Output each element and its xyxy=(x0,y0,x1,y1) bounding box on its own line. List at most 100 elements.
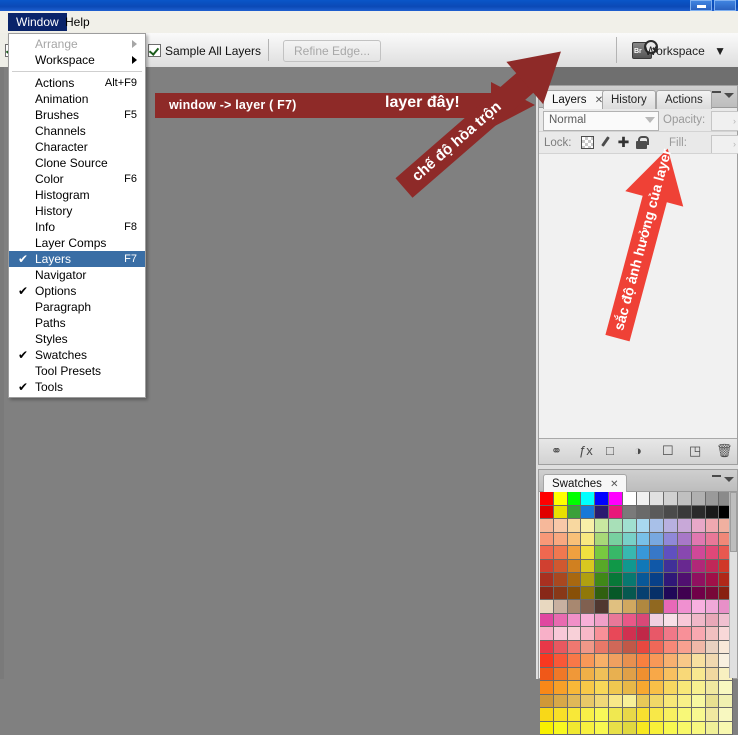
swatch-30[interactable] xyxy=(568,519,582,533)
swatch-8[interactable] xyxy=(650,492,664,506)
swatch-38[interactable] xyxy=(678,519,692,533)
swatch-175[interactable] xyxy=(637,654,651,668)
tab-history[interactable]: History xyxy=(602,90,656,109)
minimize-icon[interactable] xyxy=(712,91,721,93)
swatch-248[interactable] xyxy=(678,722,692,735)
image-lock-icon[interactable] xyxy=(599,136,612,149)
swatch-1[interactable] xyxy=(554,492,568,506)
swatch-239[interactable] xyxy=(554,722,568,735)
swatch-147[interactable] xyxy=(637,627,651,641)
sample-all-layers-checkbox[interactable] xyxy=(148,44,161,57)
swatch-52[interactable] xyxy=(678,533,692,547)
swatch-204[interactable] xyxy=(650,681,664,695)
swatch-15[interactable] xyxy=(554,506,568,520)
swatch-66[interactable] xyxy=(678,546,692,560)
swatch-233[interactable] xyxy=(664,708,678,722)
swatch-95[interactable] xyxy=(692,573,706,587)
swatch-80[interactable] xyxy=(678,560,692,574)
swatch-89[interactable] xyxy=(609,573,623,587)
swatch-212[interactable] xyxy=(568,695,582,709)
swatch-31[interactable] xyxy=(581,519,595,533)
swatch-148[interactable] xyxy=(650,627,664,641)
swatch-14[interactable] xyxy=(540,506,554,520)
swatch-241[interactable] xyxy=(581,722,595,735)
new-layer-icon[interactable]: ◳ xyxy=(689,444,701,458)
swatch-205[interactable] xyxy=(664,681,678,695)
opacity-input[interactable]: › xyxy=(711,111,738,131)
swatch-169[interactable] xyxy=(554,654,568,668)
swatch-250[interactable] xyxy=(706,722,720,735)
link-layers-icon[interactable]: ⚭ xyxy=(551,444,562,458)
swatch-227[interactable] xyxy=(581,708,595,722)
menu-item-paths[interactable]: Paths xyxy=(9,315,145,331)
swatch-133[interactable] xyxy=(637,614,651,628)
swatch-29[interactable] xyxy=(554,519,568,533)
swatch-59[interactable] xyxy=(581,546,595,560)
tab-actions[interactable]: Actions xyxy=(656,90,712,109)
swatch-247[interactable] xyxy=(664,722,678,735)
swatch-4[interactable] xyxy=(595,492,609,506)
swatch-144[interactable] xyxy=(595,627,609,641)
menu-item-tool-presets[interactable]: Tool Presets xyxy=(9,363,145,379)
swatch-104[interactable] xyxy=(623,587,637,601)
swatch-grid[interactable] xyxy=(540,492,733,735)
swatch-101[interactable] xyxy=(581,587,595,601)
swatch-170[interactable] xyxy=(568,654,582,668)
swatch-141[interactable] xyxy=(554,627,568,641)
swatch-126[interactable] xyxy=(540,614,554,628)
swatch-166[interactable] xyxy=(706,641,720,655)
menu-item-history[interactable]: History xyxy=(9,203,145,219)
menu-item-histogram[interactable]: Histogram xyxy=(9,187,145,203)
swatch-109[interactable] xyxy=(692,587,706,601)
swatch-67[interactable] xyxy=(692,546,706,560)
swatch-243[interactable] xyxy=(609,722,623,735)
menu-item-layers[interactable]: ✔LayersF7 xyxy=(9,251,145,267)
swatch-57[interactable] xyxy=(554,546,568,560)
swatch-228[interactable] xyxy=(595,708,609,722)
swatch-238[interactable] xyxy=(540,722,554,735)
swatch-40[interactable] xyxy=(706,519,720,533)
swatch-229[interactable] xyxy=(609,708,623,722)
swatch-249[interactable] xyxy=(692,722,706,735)
swatch-88[interactable] xyxy=(595,573,609,587)
swatch-236[interactable] xyxy=(706,708,720,722)
swatch-94[interactable] xyxy=(678,573,692,587)
swatch-10[interactable] xyxy=(678,492,692,506)
swatch-26[interactable] xyxy=(706,506,720,520)
swatch-92[interactable] xyxy=(650,573,664,587)
swatch-79[interactable] xyxy=(664,560,678,574)
swatch-50[interactable] xyxy=(650,533,664,547)
swatch-85[interactable] xyxy=(554,573,568,587)
swatch-7[interactable] xyxy=(637,492,651,506)
menu-item-tools[interactable]: ✔Tools xyxy=(9,379,145,395)
swatch-178[interactable] xyxy=(678,654,692,668)
swatch-129[interactable] xyxy=(581,614,595,628)
swatch-2[interactable] xyxy=(568,492,582,506)
swatch-207[interactable] xyxy=(692,681,706,695)
workspace-button[interactable]: Workspace ▼ xyxy=(645,44,726,58)
swatch-237[interactable] xyxy=(719,708,733,722)
swatch-155[interactable] xyxy=(554,641,568,655)
swatch-231[interactable] xyxy=(637,708,651,722)
swatch-251[interactable] xyxy=(719,722,733,735)
swatch-164[interactable] xyxy=(678,641,692,655)
swatch-96[interactable] xyxy=(706,573,720,587)
restore-button[interactable] xyxy=(690,0,712,11)
swatch-61[interactable] xyxy=(609,546,623,560)
panel-menu-icon[interactable] xyxy=(724,477,734,482)
swatch-17[interactable] xyxy=(581,506,595,520)
swatch-20[interactable] xyxy=(623,506,637,520)
swatch-122[interactable] xyxy=(678,600,692,614)
swatch-196[interactable] xyxy=(540,681,554,695)
swatch-68[interactable] xyxy=(706,546,720,560)
swatch-110[interactable] xyxy=(706,587,720,601)
swatch-200[interactable] xyxy=(595,681,609,695)
swatch-149[interactable] xyxy=(664,627,678,641)
minimize-icon[interactable] xyxy=(712,475,721,477)
swatch-70[interactable] xyxy=(540,560,554,574)
swatch-107[interactable] xyxy=(664,587,678,601)
swatch-140[interactable] xyxy=(540,627,554,641)
scrollbar-thumb[interactable] xyxy=(730,492,737,552)
new-group-icon[interactable]: ☐ xyxy=(662,444,674,458)
swatch-35[interactable] xyxy=(637,519,651,533)
